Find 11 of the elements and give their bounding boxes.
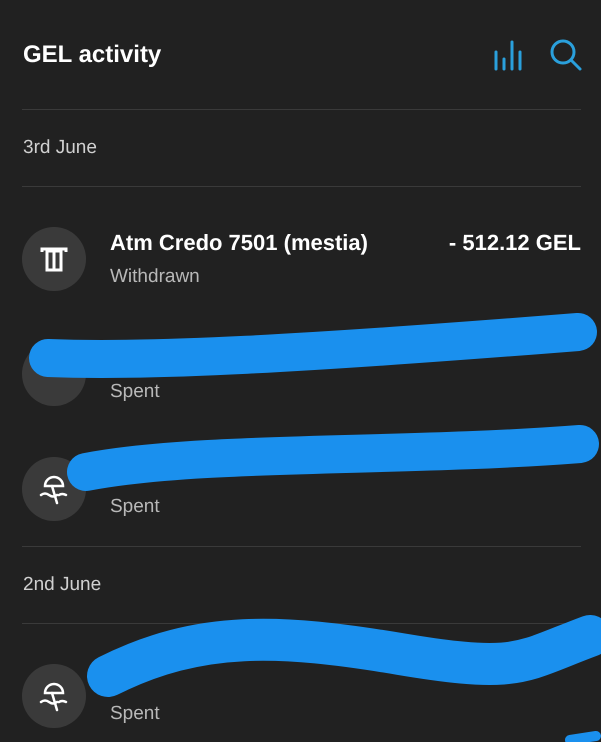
date-heading: 2nd June: [22, 573, 102, 597]
transaction-status: Withdrawn: [110, 264, 201, 289]
screen-title: GEL activity: [23, 40, 162, 70]
search-icon[interactable]: [549, 38, 583, 72]
transaction-status: Spent: [110, 702, 161, 726]
redaction-scribble: [565, 731, 601, 742]
date-heading: 3rd June: [22, 136, 98, 160]
transaction-status: Spent: [110, 380, 161, 404]
merchant-name: Atm Credo 7501 (mestia): [110, 228, 368, 257]
transaction-amount: - 512.12 GEL: [448, 228, 581, 257]
transaction-status: Spent: [110, 494, 161, 519]
